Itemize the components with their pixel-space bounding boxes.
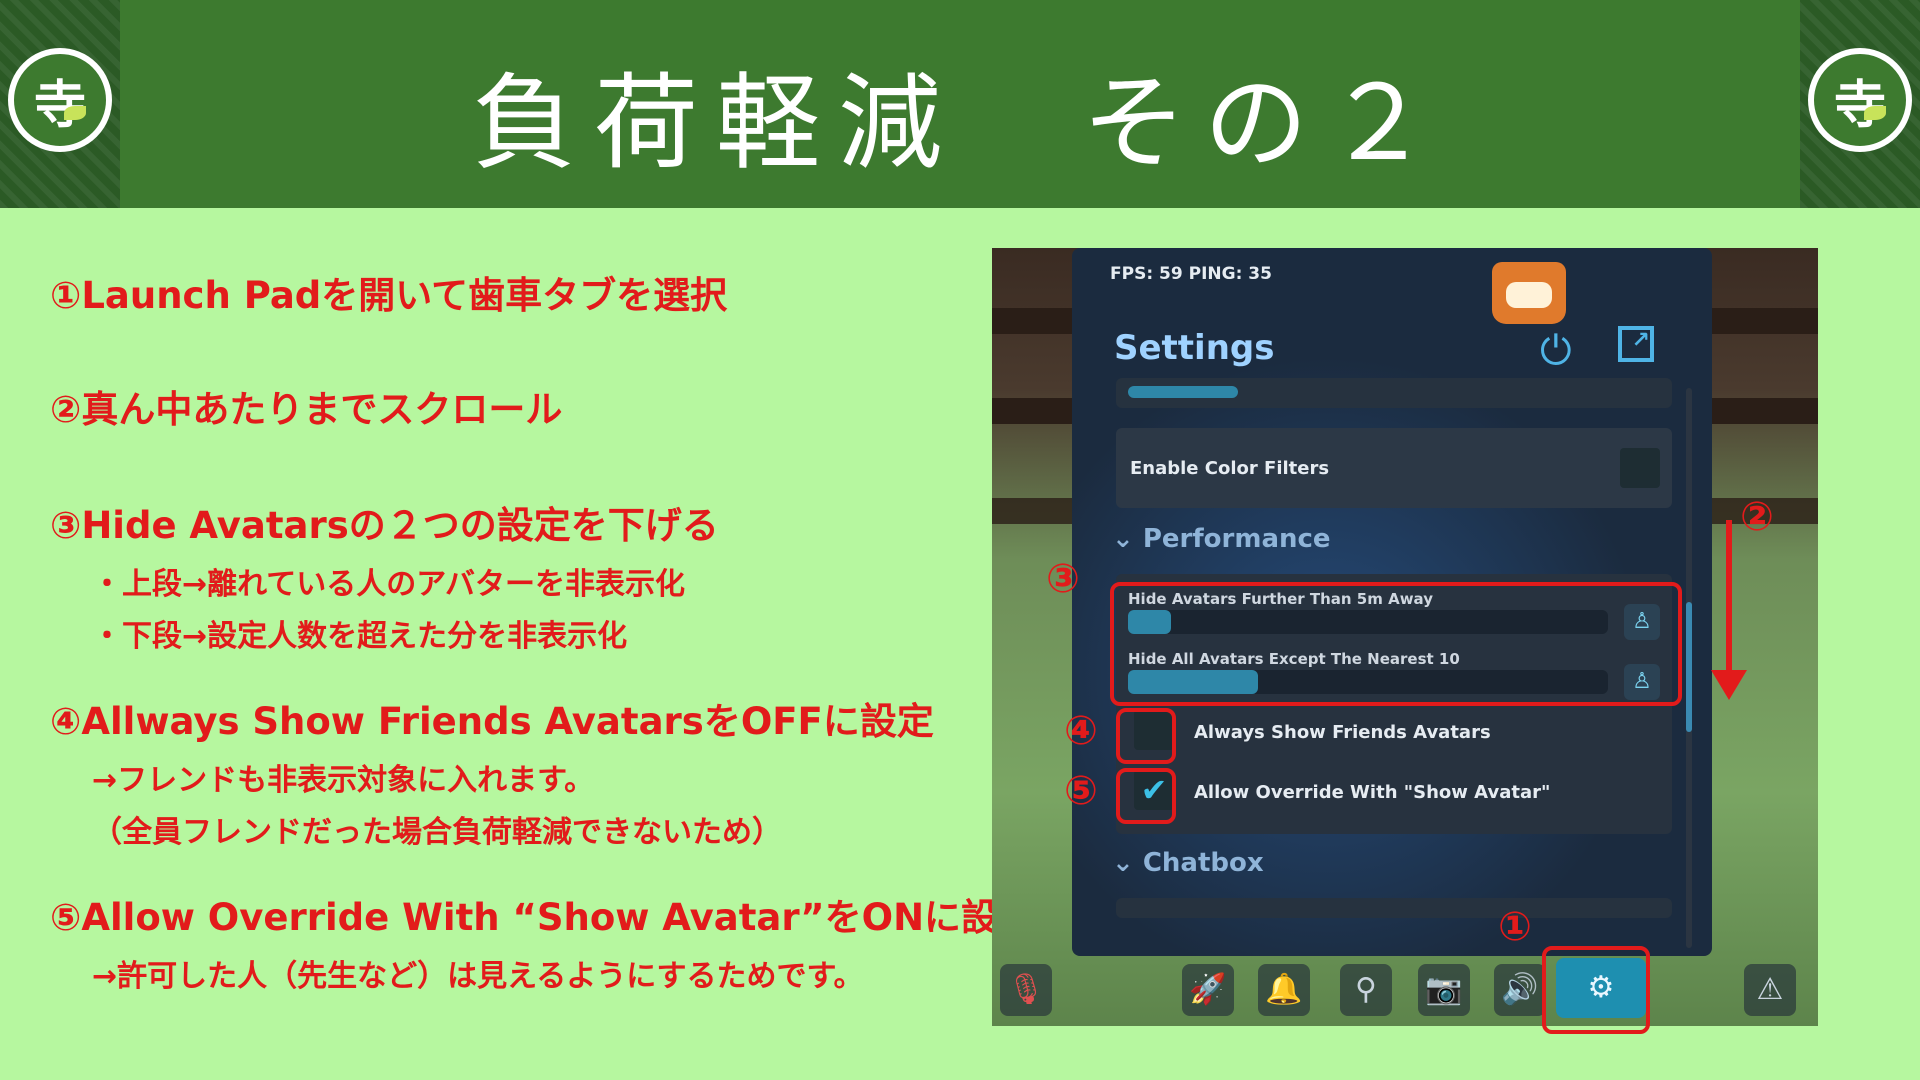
scrollbar[interactable]	[1686, 388, 1692, 948]
launch-pad-toolbar: 🎙 🚀 🔔 ⚲ 📷 🔊 ⚙ ⚠	[992, 948, 1818, 1026]
scroll-arrow	[1726, 520, 1732, 680]
logo-icon: 寺	[1808, 48, 1912, 152]
step-3-detail-2: ・下段→設定人数を超えた分を非表示化	[92, 619, 628, 654]
marker-5: ⑤	[1064, 768, 1098, 814]
scroll-arrow-head	[1711, 670, 1747, 700]
previous-setting-fill	[1128, 386, 1238, 398]
step-4-detail-2: （全員フレンドだった場合負荷軽減できないため）	[92, 815, 782, 850]
highlight-always-show-friends	[1116, 708, 1176, 764]
logo-icon: 寺	[8, 48, 112, 152]
step-4-detail-1: →フレンドも非表示対象に入れます。	[92, 763, 595, 798]
settings-title: Settings	[1114, 328, 1275, 368]
marker-4: ④	[1064, 708, 1098, 754]
scrollbar-thumb[interactable]	[1686, 602, 1692, 732]
performance-section-label: Performance	[1142, 524, 1331, 554]
always-show-friends-label: Always Show Friends Avatars	[1194, 722, 1491, 743]
header-bar: 寺 負荷軽減 その２ 寺	[0, 0, 1920, 208]
next-setting-card	[1116, 898, 1672, 918]
fps-ping-readout: FPS: 59 PING: 35	[1110, 264, 1272, 284]
performance-section-header[interactable]: ⌄ Performance	[1112, 524, 1331, 554]
chevron-down-icon: ⌄	[1112, 524, 1143, 554]
allow-override-label: Allow Override With "Show Avatar"	[1194, 782, 1551, 803]
power-icon[interactable]: ⏻	[1540, 328, 1572, 374]
marker-3: ③	[1046, 556, 1080, 602]
color-filters-label: Enable Color Filters	[1130, 458, 1330, 479]
marker-1: ①	[1498, 904, 1532, 950]
chatbox-section-header[interactable]: ⌄ Chatbox	[1112, 848, 1264, 878]
step-1: ①Launch Padを開いて歯車タブを選択	[50, 274, 728, 317]
expand-icon[interactable]: ↗	[1618, 326, 1654, 362]
color-filters-checkbox[interactable]	[1620, 448, 1660, 488]
right-pattern-tile: 寺	[1800, 0, 1920, 208]
color-filters-card: Enable Color Filters	[1116, 428, 1672, 508]
rocket-icon[interactable]: 🚀	[1182, 964, 1234, 1016]
location-icon[interactable]: ⚲	[1340, 964, 1392, 1016]
speaker-icon[interactable]: 🔊	[1494, 964, 1546, 1016]
camera-icon[interactable]: 📷	[1418, 964, 1470, 1016]
step-3-detail-1: ・上段→離れている人のアバターを非表示化	[92, 567, 686, 602]
highlight-gear-tab	[1542, 946, 1650, 1034]
step-3: ③Hide Avatarsの２つの設定を下げる	[50, 504, 719, 547]
mic-muted-icon[interactable]: 🎙	[1000, 964, 1052, 1016]
warning-icon[interactable]: ⚠	[1744, 964, 1796, 1016]
highlight-hide-avatars	[1110, 582, 1682, 706]
bell-icon[interactable]: 🔔	[1258, 964, 1310, 1016]
step-2: ②真ん中あたりまでスクロール	[50, 388, 563, 431]
step-4: ④Allways Show Friends AvatarsをOFFに設定	[50, 700, 934, 743]
page-title: 負荷軽減 その２	[471, 62, 1448, 184]
step-5-detail-1: →許可した人（先生など）は見えるようにするためです。	[92, 959, 864, 994]
marker-2: ②	[1740, 494, 1774, 540]
chatbox-section-label: Chatbox	[1142, 848, 1264, 878]
previous-setting-card	[1116, 378, 1672, 408]
chevron-down-icon: ⌄	[1112, 848, 1143, 878]
mascot-avatar	[1492, 262, 1566, 324]
highlight-allow-override	[1116, 768, 1176, 824]
left-pattern-tile: 寺	[0, 0, 120, 208]
step-5: ⑤Allow Override With “Show Avatar”をONに設定	[50, 896, 1036, 939]
